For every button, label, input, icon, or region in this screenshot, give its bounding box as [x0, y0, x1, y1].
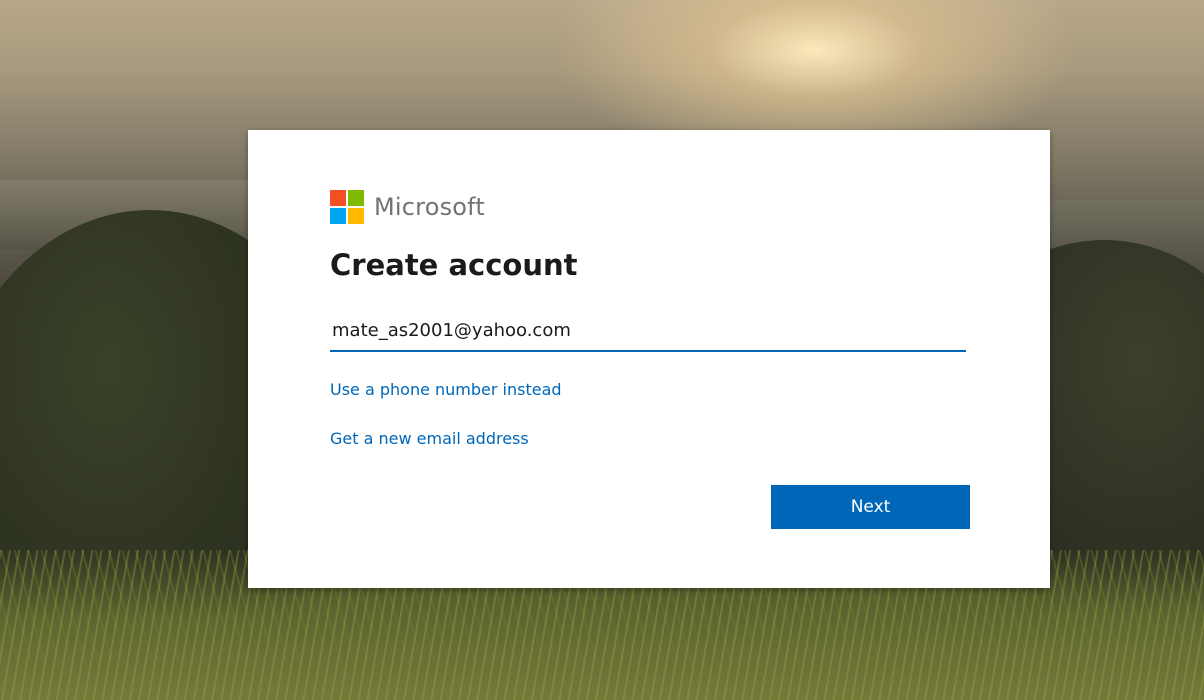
brand-header: Microsoft [330, 190, 485, 224]
logo-square-green [348, 190, 364, 206]
brand-name: Microsoft [374, 193, 486, 221]
logo-square-yellow [348, 208, 364, 224]
next-button[interactable]: Next [771, 485, 970, 529]
logo-square-blue [330, 208, 346, 224]
get-new-email-link[interactable]: Get a new email address [330, 429, 529, 448]
email-field[interactable] [330, 310, 966, 352]
page-title: Create account [330, 248, 578, 282]
microsoft-logo-icon [330, 190, 364, 224]
sign-up-card: Microsoft Create account Use a phone num… [248, 130, 1050, 588]
logo-square-red [330, 190, 346, 206]
use-phone-number-link[interactable]: Use a phone number instead [330, 380, 562, 399]
